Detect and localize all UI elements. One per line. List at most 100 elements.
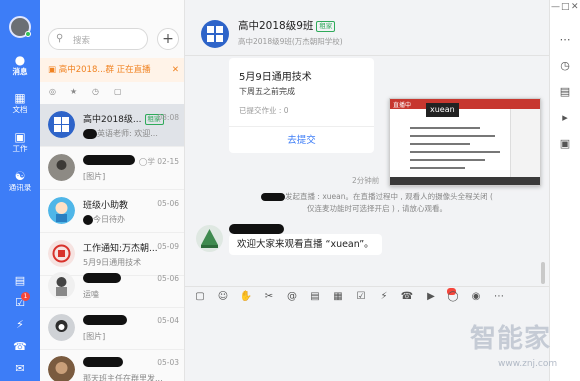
session-time: ◯学 02-15 [138, 157, 179, 166]
group-avatar[interactable] [201, 20, 229, 48]
message-bubble[interactable]: 欢迎大家来观看直播 “xuean”。 [229, 234, 382, 255]
chat-title[interactable]: 高中2018级9班 租家 [238, 18, 336, 33]
more-icon[interactable]: ⋯ [492, 290, 506, 304]
emoji-icon[interactable]: ☺ [216, 290, 230, 304]
folder-icon[interactable]: ▢ [114, 87, 122, 96]
search-input[interactable]: ⚲ 搜索 [48, 28, 148, 50]
chat-title-tag: 租家 [316, 21, 336, 32]
megaphone-icon[interactable]: ▸ [557, 110, 573, 126]
contact-avatar [48, 154, 75, 181]
card-description: 下周五之前完成 [239, 87, 295, 96]
sender-name [229, 224, 284, 234]
video-controls[interactable] [390, 177, 540, 185]
video-content [410, 143, 470, 145]
session-item[interactable]: ◯学 02-15 [图片] [40, 147, 184, 190]
maximize-icon[interactable]: □ [561, 2, 570, 12]
video-content [410, 167, 465, 169]
session-list: ⚲ 搜索 + ▣ 高中2018...群 正在直播 ✕ ◎ ★ ◷ ▢ 高中201… [40, 0, 185, 381]
minimize-icon[interactable]: — [551, 2, 560, 12]
clock-icon[interactable]: ◷ [92, 87, 99, 96]
live-icon[interactable]: ▶ [424, 290, 438, 304]
session-preview: 今日待办 [83, 214, 125, 225]
video-side-panel [510, 109, 540, 179]
homework-card[interactable]: 5月9日通用技术 下周五之前完成 已提交作业 : 0 去提交 [229, 58, 374, 153]
session-item[interactable]: 05-06 运嗑 [40, 265, 184, 308]
session-time: 05-09 [157, 242, 179, 251]
system-message: 发起直播 : xuean。在直播过程中 , 观看人的摄像头全程关闭 ( 仅连麦功… [259, 191, 495, 215]
message-timestamp: 2分钟前 [352, 176, 380, 185]
nav-contacts[interactable]: ☯ 通讯录 [0, 170, 40, 193]
tv-icon[interactable]: ▣ [557, 136, 573, 152]
group-avatar [48, 111, 75, 138]
add-button[interactable]: + [157, 28, 179, 50]
chat-scrollbar[interactable] [541, 262, 545, 284]
flash-icon[interactable]: ⚡ [12, 318, 28, 332]
template-icon[interactable]: ◉ [469, 290, 483, 304]
video-content [410, 151, 500, 153]
folder-icon[interactable]: ▤ [308, 290, 322, 304]
star-icon[interactable]: ★ [70, 87, 77, 96]
session-name [83, 155, 135, 166]
nav-contacts-label: 通讯录 [8, 183, 32, 192]
nav-documents[interactable]: ▦ 文档 [0, 92, 40, 115]
streamer-name: xuean [426, 103, 459, 117]
list-filter-bar: ◎ ★ ◷ ▢ [40, 84, 184, 102]
search-icon: ⚲ [56, 33, 64, 44]
chat-header: 高中2018级9班 租家 高中2018级9班(万杰朝阳学校) [185, 0, 549, 56]
video-content [410, 127, 480, 129]
site-watermark: 智能家 www.znj.com [470, 318, 574, 376]
filter-all-icon[interactable]: ◎ [49, 87, 56, 96]
calendar-icon[interactable]: ▤ [12, 274, 28, 288]
chat-icon[interactable]: ◯ [446, 290, 460, 304]
session-preview: 那天班主任在群里发... [83, 374, 163, 381]
session-item[interactable]: 05-03 那天班主任在群里发... [40, 349, 184, 381]
nav-messages[interactable]: ● 消息 [0, 54, 40, 77]
nav-work-label: 工作 [12, 144, 28, 153]
scissors-icon[interactable]: ✂ [262, 290, 276, 304]
document-icon: ▦ [14, 91, 26, 105]
nav-messages-label: 消息 [12, 67, 28, 76]
close-icon[interactable]: ✕ [571, 2, 579, 12]
phone-icon[interactable]: ☎ [400, 290, 414, 304]
chat-subtitle: 高中2018级9班(万杰朝阳学校) [238, 37, 343, 46]
contact-avatar [48, 272, 75, 299]
folder-icon[interactable]: ▤ [557, 84, 573, 100]
session-preview: [图片] [83, 172, 106, 181]
session-item[interactable]: 05-04 [图片] [40, 307, 184, 350]
contact-avatar [48, 314, 75, 341]
redaction [83, 214, 93, 225]
close-icon[interactable]: ✕ [172, 58, 179, 82]
session-item[interactable]: 高中2018级... 租家 08:08 英语老师: 欢迎... [40, 104, 184, 147]
search-placeholder: 搜索 [73, 36, 91, 46]
contact-avatar [48, 356, 75, 381]
live-icon: ▣ [48, 65, 57, 75]
session-name [83, 315, 127, 326]
thumbs-up-icon[interactable]: ✋ [239, 290, 253, 304]
todo-badge: 1 [21, 292, 30, 301]
nav-work[interactable]: ▣ 工作 [0, 131, 40, 154]
calendar-icon[interactable]: ▦ [331, 290, 345, 304]
session-time: 08:08 [157, 113, 179, 122]
submit-button[interactable]: 去提交 [229, 126, 374, 153]
gif-icon[interactable]: ▢ [193, 290, 207, 304]
live-banner[interactable]: ▣ 高中2018...群 正在直播 ✕ [40, 58, 184, 82]
more-icon[interactable]: ⋯ [557, 32, 573, 48]
watermark-text: 智能家 [470, 324, 552, 354]
mention-icon[interactable]: @ [285, 290, 299, 304]
session-name: 工作通知:万杰朝... [83, 244, 158, 254]
checkbox-icon[interactable]: ☑ [354, 290, 368, 304]
clock-icon[interactable]: ◷ [557, 58, 573, 74]
flash-icon[interactable]: ⚡ [377, 290, 391, 304]
sender-avatar[interactable] [196, 225, 223, 252]
chat-bubble-icon: ● [14, 53, 26, 67]
session-name [83, 273, 121, 284]
apps-grid-icon: ▣ [14, 130, 26, 144]
left-navigation: ● 消息 ▦ 文档 ▣ 工作 ☯ 通讯录 ▤ ☑ 1 ⚡ ☎ ✉ [0, 0, 40, 381]
phone-icon[interactable]: ☎ [12, 340, 28, 354]
session-item[interactable]: 班级小助教 05-06 今日待办 [40, 190, 184, 233]
video-top-bar: 直播中 [390, 99, 540, 109]
live-video-window[interactable]: 直播中 xuean [389, 98, 541, 186]
mail-icon[interactable]: ✉ [12, 362, 28, 376]
session-time: 05-03 [157, 358, 179, 367]
nav-documents-label: 文档 [12, 105, 28, 114]
